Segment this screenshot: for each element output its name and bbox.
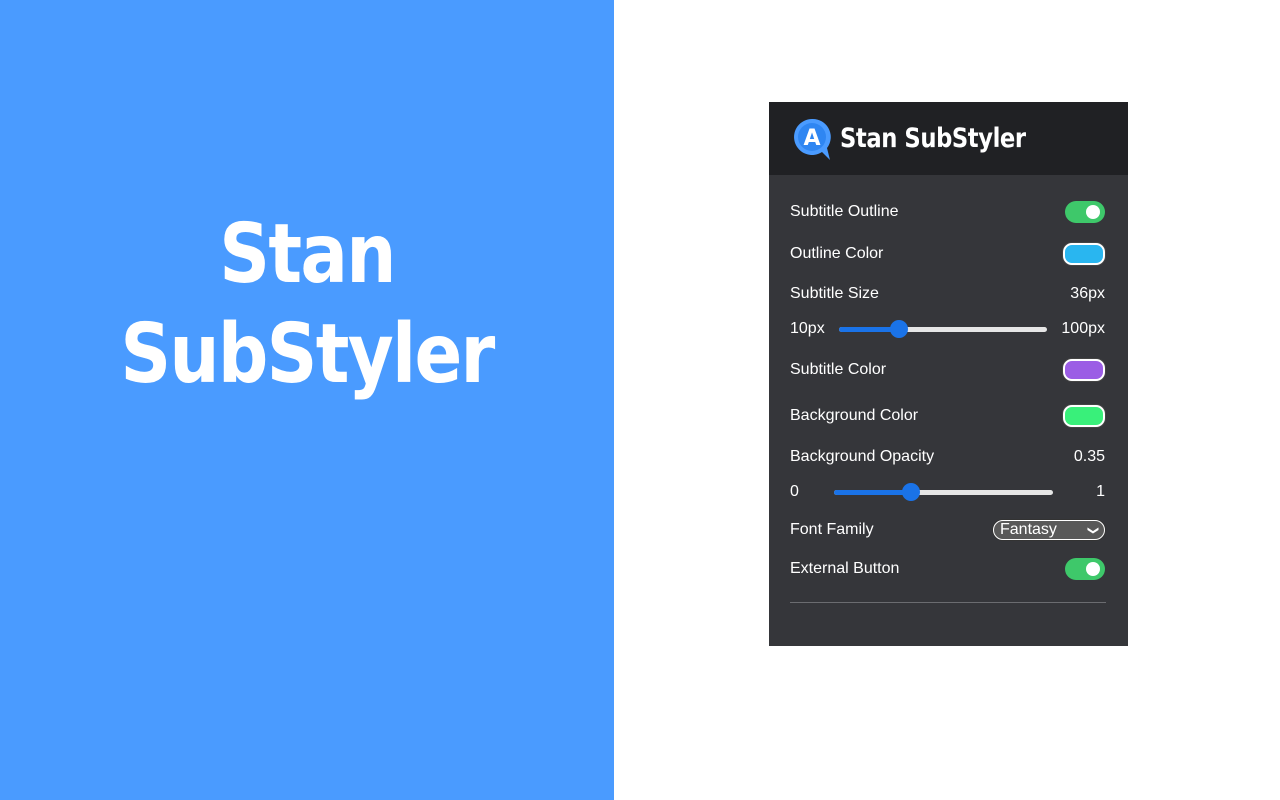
hero-title: Stan SubStyler — [120, 207, 495, 402]
background-opacity-slider-row: 0 1 — [790, 480, 1105, 504]
popup-header: A Stan SubStyler — [769, 102, 1128, 175]
toggle-knob — [1086, 562, 1100, 576]
external-button-toggle[interactable] — [1065, 558, 1105, 580]
subtitle-outline-toggle[interactable] — [1065, 201, 1105, 223]
page: Stan SubStyler A Stan SubStyler Subtitle… — [0, 0, 1280, 800]
background-opacity-max: 1 — [1096, 483, 1105, 500]
promo-panel: Stan SubStyler — [0, 0, 614, 800]
logo-letter: A — [803, 126, 820, 151]
font-family-selected: Fantasy — [1000, 521, 1057, 538]
slider-thumb[interactable] — [901, 483, 920, 501]
chevron-down-icon: ❯ — [1086, 525, 1099, 535]
outline-color-picker[interactable] — [1063, 243, 1105, 265]
slider-thumb[interactable] — [890, 320, 909, 338]
subtitle-size-row: Subtitle Size 36px — [790, 282, 1105, 306]
subtitle-color-row: Subtitle Color — [790, 358, 1105, 382]
subtitle-color-picker[interactable] — [1063, 359, 1105, 381]
font-family-select[interactable]: Fantasy ❯ — [993, 520, 1105, 540]
external-button-label: External Button — [790, 560, 900, 577]
subtitle-size-value: 36px — [1070, 285, 1105, 302]
logo-icon: A — [792, 117, 832, 161]
slider-fill — [834, 489, 911, 495]
outline-color-row: Outline Color — [790, 242, 1105, 266]
subtitle-outline-label: Subtitle Outline — [790, 203, 899, 220]
external-button-row: External Button — [790, 557, 1105, 581]
subtitle-size-min: 10px — [790, 320, 825, 337]
background-opacity-row: Background Opacity 0.35 — [790, 445, 1105, 469]
subtitle-size-max: 100px — [1061, 320, 1105, 337]
subtitle-size-slider[interactable] — [838, 320, 1048, 338]
popup-title: Stan SubStyler — [840, 123, 1026, 154]
font-family-row: Font Family Fantasy ❯ — [790, 518, 1105, 542]
background-opacity-value: 0.35 — [1073, 448, 1105, 465]
subtitle-size-label: Subtitle Size — [790, 285, 879, 302]
subtitle-outline-row: Subtitle Outline — [790, 200, 1105, 224]
subtitle-color-label: Subtitle Color — [790, 361, 887, 378]
font-family-label: Font Family — [790, 521, 874, 538]
background-color-picker[interactable] — [1063, 405, 1105, 427]
divider — [790, 602, 1106, 603]
background-color-label: Background Color — [790, 407, 919, 424]
background-color-row: Background Color — [790, 404, 1105, 428]
toggle-knob — [1086, 205, 1100, 219]
background-opacity-label: Background Opacity — [790, 448, 935, 465]
extension-popup: A Stan SubStyler Subtitle Outline Outlin… — [769, 102, 1128, 646]
subtitle-size-slider-row: 10px 100px — [790, 317, 1105, 341]
outline-color-label: Outline Color — [790, 245, 884, 262]
background-opacity-slider[interactable] — [834, 483, 1053, 501]
background-opacity-min: 0 — [790, 483, 799, 500]
